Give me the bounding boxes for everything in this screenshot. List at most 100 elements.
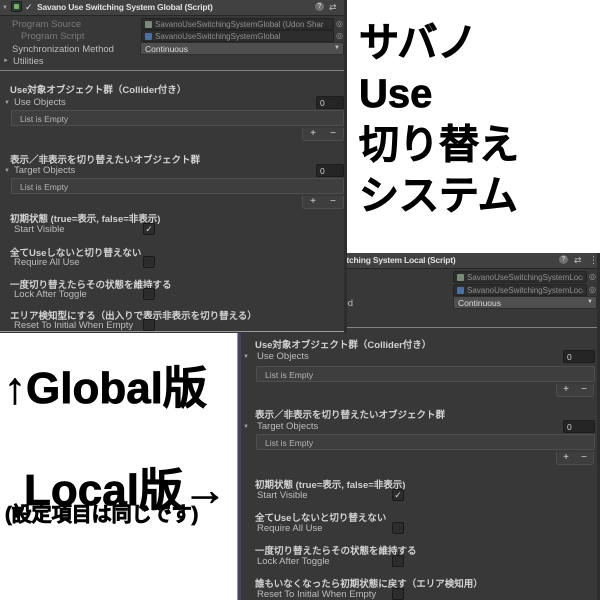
list-footer: + − [556, 384, 594, 397]
same-settings-note: (設定項目は同じです) [5, 504, 199, 527]
foldout-icon[interactable]: ▼ [4, 100, 10, 107]
overlay-title-line4: システム [359, 174, 519, 219]
separator-line [0, 331, 347, 332]
require-all-use-checkbox[interactable] [392, 522, 404, 534]
sync-method-value: Continuous [458, 298, 502, 308]
global-inspector-panel: ▼ ✓ Savano Use Switching System Global (… [0, 0, 347, 333]
start-visible-checkbox[interactable]: ✓ [143, 223, 155, 235]
udon-program-asset-icon [457, 273, 464, 281]
add-button[interactable]: + [563, 453, 569, 463]
empty-list-box: List is Empty [11, 178, 344, 194]
sync-method-value: Continuous [145, 44, 189, 54]
reset-to-initial-checkbox[interactable] [143, 319, 155, 331]
checkmark-icon: ✓ [394, 490, 402, 500]
section-header-jp: 初期状態 (true=表示, false=非表示) [255, 480, 406, 491]
remove-button[interactable]: − [581, 385, 587, 395]
array-size-field[interactable]: 0 [316, 96, 344, 109]
program-source-value: SavanoUseSwitchingSystemLocal (Udon Shar… [467, 272, 583, 282]
add-button[interactable]: + [310, 197, 316, 207]
program-script-field[interactable]: SavanoUseSwitchingSystemGlobal [141, 30, 334, 42]
reset-to-initial-label: Reset To Initial When Empty [257, 589, 377, 600]
array-size-field[interactable]: 0 [316, 164, 344, 177]
foldout-icon[interactable]: ► [3, 58, 9, 65]
object-picker-icon[interactable]: ◎ [336, 30, 343, 42]
csharp-script-icon [457, 286, 464, 294]
section-header-jp: 表示／非表示を切り替えたいオブジェクト群 [255, 410, 446, 421]
remove-button[interactable]: − [330, 197, 336, 207]
title-overlay-box: サバノ Use 切り替え システム [347, 0, 600, 253]
require-all-use-checkbox[interactable] [143, 256, 155, 268]
lock-after-toggle-label: Lock After Toggle [14, 289, 87, 300]
remove-button[interactable]: − [581, 453, 587, 463]
use-objects-label: Use Objects [257, 351, 309, 362]
section-header-jp: Use対象オブジェクト群（Collider付き） [10, 85, 187, 96]
remove-button[interactable]: − [330, 129, 336, 139]
global-version-caption: ↑Global版 [4, 364, 208, 414]
list-empty-text: List is Empty [20, 114, 69, 124]
section-header-jp: 表示／非表示を切り替えたいオブジェクト群 [10, 155, 201, 166]
program-source-field[interactable]: SavanoUseSwitchingSystemGlobal (Udon Sha… [141, 18, 334, 30]
help-icon[interactable]: ? [315, 2, 324, 11]
start-visible-label: Start Visible [14, 224, 65, 235]
overlay-title-line1: サバノ [359, 21, 478, 66]
list-empty-text: List is Empty [20, 182, 69, 192]
lock-after-toggle-checkbox[interactable] [392, 555, 404, 567]
window-left-edge [237, 333, 241, 600]
help-icon[interactable]: ? [559, 255, 568, 264]
caption-overlay-box: ↑Global版 Local版→ (設定項目は同じです) [0, 333, 237, 600]
require-all-use-label: Require All Use [257, 523, 323, 534]
empty-list-box: List is Empty [256, 366, 595, 382]
section-header-jp: 全てUseしないと切り替えない [255, 513, 387, 524]
program-source-label: Program Source [12, 19, 82, 30]
global-component-header[interactable]: ▼ ✓ Savano Use Switching System Global (… [0, 0, 347, 16]
start-visible-label: Start Visible [257, 490, 308, 501]
object-picker-icon[interactable]: ◎ [589, 271, 596, 283]
checkmark-icon: ✓ [145, 224, 153, 234]
require-all-use-label: Require All Use [14, 257, 80, 268]
csharp-script-icon [145, 32, 152, 40]
foldout-icon[interactable]: ▼ [4, 168, 10, 175]
presets-icon[interactable]: ⇄ [329, 2, 337, 12]
program-source-field[interactable]: SavanoUseSwitchingSystemLocal (Udon Shar… [453, 271, 587, 283]
target-objects-label: Target Objects [14, 165, 76, 176]
list-empty-text: List is Empty [265, 438, 314, 448]
empty-list-box: List is Empty [256, 434, 595, 450]
separator-line [0, 70, 347, 71]
section-header-jp: 誰もいなくなったら初期状態に戻す（エリア検知用） [255, 579, 483, 590]
list-footer: + − [302, 128, 344, 141]
window-right-edge [344, 0, 347, 333]
foldout-icon[interactable]: ▼ [243, 354, 249, 361]
presets-icon[interactable]: ⇄ [574, 255, 582, 265]
udon-program-asset-icon [145, 20, 152, 28]
sync-method-dropdown[interactable]: Continuous ▼ [140, 42, 344, 55]
reset-to-initial-checkbox[interactable] [392, 588, 404, 600]
start-visible-checkbox[interactable]: ✓ [392, 489, 404, 501]
sync-method-dropdown[interactable]: Continuous ▼ [453, 296, 597, 309]
program-source-value: SavanoUseSwitchingSystemGlobal (Udon Sha… [155, 19, 324, 29]
section-header-jp: 初期状態 (true=表示, false=非表示) [10, 214, 161, 225]
reset-to-initial-label: Reset To Initial When Empty [14, 320, 134, 331]
array-size-field[interactable]: 0 [563, 420, 595, 433]
overlay-title-line3: 切り替え [359, 123, 520, 168]
add-button[interactable]: + [310, 129, 316, 139]
udon-script-icon [11, 1, 22, 12]
lock-after-toggle-checkbox[interactable] [143, 288, 155, 300]
list-footer: + − [556, 452, 594, 465]
lock-after-toggle-label: Lock After Toggle [257, 556, 330, 567]
section-header-jp: Use対象オブジェクト群（Collider付き） [255, 340, 432, 351]
utilities-foldout-label[interactable]: Utilities [13, 56, 44, 67]
program-script-value: SavanoUseSwitchingSystemGlobal [155, 31, 281, 41]
global-component-title: Savano Use Switching System Global (Scri… [37, 2, 213, 12]
foldout-icon[interactable]: ▼ [243, 424, 249, 431]
overlay-title-line2: Use [359, 72, 433, 117]
object-picker-icon[interactable]: ◎ [589, 284, 596, 296]
array-size-field[interactable]: 0 [563, 350, 595, 363]
object-picker-icon[interactable]: ◎ [336, 18, 343, 30]
add-button[interactable]: + [563, 385, 569, 395]
program-script-field[interactable]: SavanoUseSwitchingSystemLocal [453, 284, 587, 296]
enable-toggle[interactable]: ✓ [25, 2, 33, 13]
foldout-icon[interactable]: ▼ [2, 5, 8, 12]
target-objects-label: Target Objects [257, 421, 319, 432]
sync-method-label: Synchronization Method [12, 44, 114, 55]
list-empty-text: List is Empty [265, 370, 314, 380]
